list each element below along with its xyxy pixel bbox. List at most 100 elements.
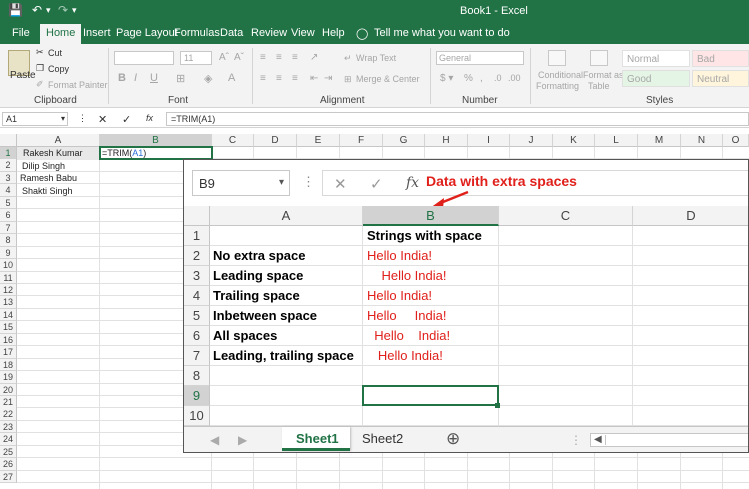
col-header-d[interactable]: D	[254, 134, 297, 147]
paste-button[interactable]: Paste	[10, 70, 36, 81]
row-header-21[interactable]: 21	[0, 396, 17, 409]
col-header-n[interactable]: N	[681, 134, 723, 147]
row-header-22[interactable]: 22	[0, 408, 17, 421]
sheet-tab-sheet1[interactable]: Sheet1	[282, 427, 350, 451]
zoom-col-header-a[interactable]: A	[210, 206, 363, 226]
zoom-row-header-2[interactable]: 2	[184, 246, 210, 266]
zoom-name-box-dropdown-icon[interactable]: ▾	[279, 177, 284, 188]
row-header-8[interactable]: 8	[0, 234, 17, 247]
zoom-row-header-10[interactable]: 10	[184, 406, 210, 426]
zoom-col-header-b[interactable]: B	[363, 206, 499, 226]
zoom-name-box[interactable]: B9 ▾	[192, 170, 290, 196]
row-header-26[interactable]: 26	[0, 458, 17, 471]
tab-formulas[interactable]: Formulas	[174, 27, 220, 39]
zoom-cell-a4[interactable]: Trailing space	[213, 286, 300, 306]
tab-insert[interactable]: Insert	[83, 27, 111, 39]
font-name-dropdown[interactable]	[114, 51, 174, 65]
col-header-k[interactable]: K	[553, 134, 595, 147]
col-header-g[interactable]: G	[383, 134, 425, 147]
bold-button[interactable]: B	[118, 72, 126, 84]
row-header-24[interactable]: 24	[0, 433, 17, 446]
borders-icon[interactable]: ⊞	[176, 72, 185, 85]
row-header-16[interactable]: 16	[0, 333, 17, 347]
style-good[interactable]: Good	[622, 70, 690, 87]
zoom-cell-a7[interactable]: Leading, trailing space	[213, 346, 354, 366]
insert-function-button[interactable]: fx	[146, 113, 153, 123]
row-header-5[interactable]: 5	[0, 196, 17, 210]
col-header-h[interactable]: H	[425, 134, 468, 147]
col-header-c[interactable]: C	[212, 134, 254, 147]
formula-input[interactable]: =TRIM(A1)	[166, 112, 749, 126]
tab-view[interactable]: View	[291, 27, 315, 39]
row-header-2[interactable]: 2	[0, 159, 17, 172]
name-box-dropdown-icon[interactable]: ▾	[61, 114, 65, 123]
row-header-14[interactable]: 14	[0, 308, 17, 322]
zoom-row-header-7[interactable]: 7	[184, 346, 210, 366]
copy-button[interactable]: Copy	[48, 64, 69, 74]
col-header-o[interactable]: O	[723, 134, 749, 147]
col-header-l[interactable]: L	[595, 134, 638, 147]
scroll-next-sheet-icon[interactable]: ▶	[238, 433, 247, 447]
row-header-18[interactable]: 18	[0, 358, 17, 372]
row-header-9[interactable]: 9	[0, 246, 17, 260]
cell-a3-text[interactable]: Ramesh Babu	[20, 173, 77, 183]
zoom-cancel-icon[interactable]: ✕	[334, 175, 347, 193]
cancel-icon[interactable]: ✕	[98, 113, 107, 126]
cell-a2-text[interactable]: Dilip Singh	[22, 161, 65, 171]
row-header-10[interactable]: 10	[0, 259, 17, 272]
row-header-25[interactable]: 25	[0, 445, 17, 459]
zoom-cell-a5[interactable]: Inbetween space	[213, 306, 317, 326]
tab-file[interactable]: File	[12, 27, 30, 39]
zoom-cell-b3[interactable]: Hello India!	[367, 266, 446, 286]
scroll-left-icon[interactable]: ◀	[594, 434, 602, 445]
horizontal-scrollbar[interactable]: ◀	[590, 433, 748, 447]
wrap-text-button[interactable]: Wrap Text	[356, 53, 396, 63]
scroll-prev-sheet-icon[interactable]: ◀	[210, 433, 219, 447]
zoom-cell-b5[interactable]: Hello India!	[367, 306, 447, 326]
tab-page-layout[interactable]: Page Layout	[116, 27, 178, 39]
row-header-17[interactable]: 17	[0, 346, 17, 359]
style-normal[interactable]: Normal	[622, 50, 690, 67]
style-bad[interactable]: Bad	[692, 50, 749, 67]
customize-qat-icon[interactable]: ▾	[72, 5, 77, 16]
fill-color-icon[interactable]: ◈	[204, 72, 212, 85]
row-header-3[interactable]: 3	[0, 171, 17, 185]
row-header-7[interactable]: 7	[0, 221, 17, 235]
zoom-row-header-5[interactable]: 5	[184, 306, 210, 326]
zoom-row-header-9[interactable]: 9	[184, 386, 210, 406]
zoom-insert-function-button[interactable]: fx	[406, 175, 419, 191]
zoom-cell-b2[interactable]: Hello India!	[367, 246, 432, 266]
fill-handle[interactable]	[495, 403, 500, 408]
font-color-icon[interactable]: A	[228, 72, 235, 84]
cell-b1-active[interactable]: =TRIM(A1)	[99, 146, 213, 160]
zoom-cell-a3[interactable]: Leading space	[213, 266, 303, 286]
zoom-cell-a2[interactable]: No extra space	[213, 246, 306, 266]
tab-home[interactable]: Home	[40, 24, 82, 44]
style-neutral[interactable]: Neutral	[692, 70, 749, 87]
tab-review[interactable]: Review	[251, 27, 287, 39]
save-icon[interactable]: 💾	[8, 3, 23, 17]
copy-icon[interactable]: ❐	[36, 63, 44, 74]
zoom-cell-b4[interactable]: Hello India!	[367, 286, 432, 306]
format-as-table-button[interactable]: Format as	[583, 70, 624, 80]
cell-a4-text[interactable]: Shakti Singh	[22, 186, 73, 196]
number-format-dropdown[interactable]: General	[436, 51, 524, 65]
tab-help[interactable]: Help	[322, 27, 345, 39]
zoom-row-header-4[interactable]: 4	[184, 286, 210, 306]
row-header-20[interactable]: 20	[0, 383, 17, 397]
undo-dropdown-icon[interactable]: ▾	[46, 5, 51, 16]
col-header-a[interactable]: A	[17, 134, 100, 147]
col-header-j[interactable]: J	[510, 134, 553, 147]
row-header-23[interactable]: 23	[0, 420, 17, 434]
add-sheet-icon[interactable]: ⊕	[446, 429, 460, 449]
row-header-11[interactable]: 11	[0, 271, 17, 284]
row-header-13[interactable]: 13	[0, 296, 17, 309]
zoom-row-header-6[interactable]: 6	[184, 326, 210, 346]
row-header-15[interactable]: 15	[0, 321, 17, 334]
zoom-enter-icon[interactable]: ✓	[370, 175, 383, 193]
underline-button[interactable]: U	[150, 72, 158, 84]
merge-center-button[interactable]: Merge & Center	[356, 74, 420, 84]
zoom-row-header-3[interactable]: 3	[184, 266, 210, 286]
zoom-cell-a6[interactable]: All spaces	[213, 326, 277, 346]
tell-me-box[interactable]: Tell me what you want to do	[374, 27, 510, 39]
